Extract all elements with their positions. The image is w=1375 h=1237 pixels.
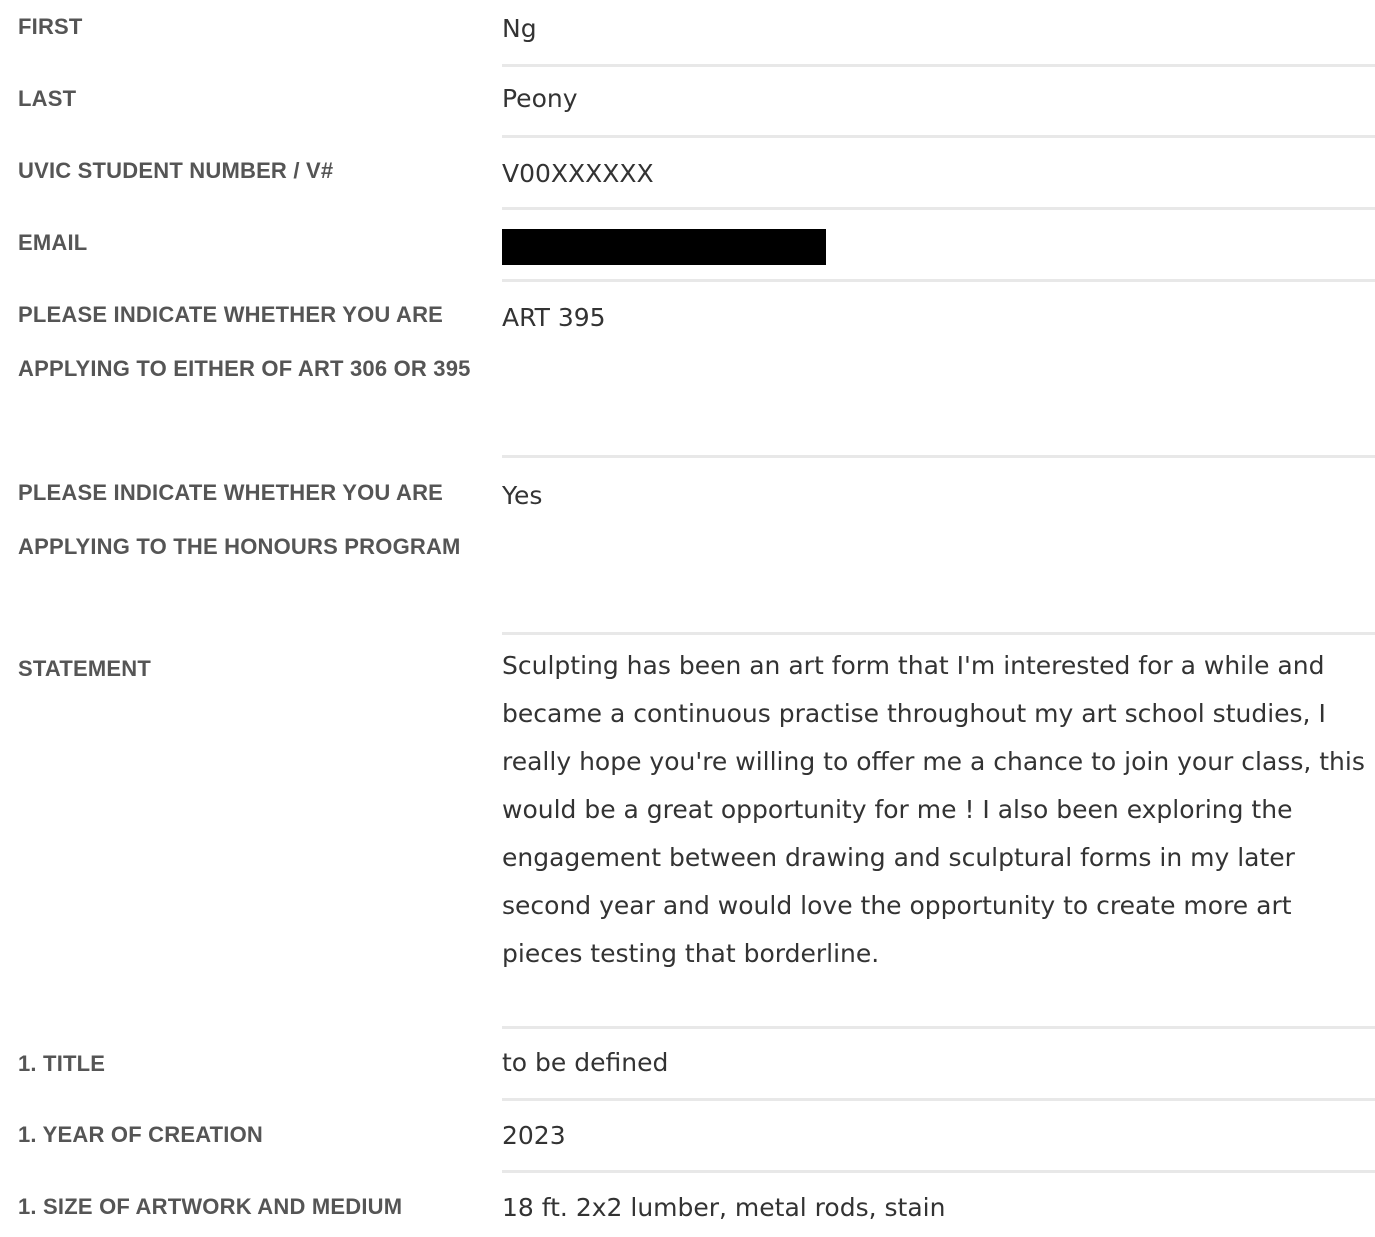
field-label-size-medium: 1. SIZE OF ARTWORK AND MEDIUM <box>18 1194 403 1219</box>
field-row-honours: PLEASE INDICATE WHETHER YOU ARE APPLYING… <box>0 466 1375 574</box>
divider <box>502 207 1375 210</box>
divider <box>502 632 1375 635</box>
field-value-statement: Sculpting has been an art form that I'm … <box>502 651 1365 968</box>
field-row-year: 1. YEAR OF CREATION 2023 <box>0 1111 1375 1161</box>
field-row-course: PLEASE INDICATE WHETHER YOU ARE APPLYING… <box>0 288 1375 396</box>
field-value-title: to be defined <box>502 1048 669 1077</box>
field-label-student-number: UVIC STUDENT NUMBER / V# <box>18 158 334 183</box>
field-label-email: EMAIL <box>18 230 88 255</box>
field-row-title: 1. TITLE to be defined <box>0 1039 1375 1089</box>
field-row-email: EMAIL <box>0 220 1375 266</box>
field-value-course: ART 395 <box>502 303 606 332</box>
field-row-last: LAST Peony <box>0 76 1375 122</box>
divider <box>502 1170 1375 1173</box>
field-value-last: Peony <box>502 84 578 113</box>
field-value-email <box>490 220 1375 266</box>
field-value-student-number: V00XXXXXX <box>502 159 654 188</box>
field-label-honours: PLEASE INDICATE WHETHER YOU ARE APPLYING… <box>18 480 461 559</box>
divider <box>502 1098 1375 1101</box>
divider <box>502 279 1375 282</box>
field-row-first: FIRST Ng <box>0 4 1375 54</box>
field-row-size-medium: 1. SIZE OF ARTWORK AND MEDIUM 18 ft. 2x2… <box>0 1183 1375 1233</box>
field-row-statement: STATEMENT Sculpting has been an art form… <box>0 642 1375 978</box>
field-value-honours: Yes <box>502 481 543 510</box>
field-label-course: PLEASE INDICATE WHETHER YOU ARE APPLYING… <box>18 302 471 381</box>
field-value-year: 2023 <box>502 1121 566 1150</box>
divider <box>502 455 1375 458</box>
divider <box>502 1026 1375 1029</box>
redaction-block <box>502 229 826 265</box>
divider <box>502 64 1375 67</box>
divider <box>502 135 1375 138</box>
field-row-student-number: UVIC STUDENT NUMBER / V# V00XXXXXX <box>0 148 1375 200</box>
field-label-statement: STATEMENT <box>18 656 151 681</box>
field-label-last: LAST <box>18 86 77 111</box>
field-label-first: FIRST <box>18 14 83 39</box>
field-label-year: 1. YEAR OF CREATION <box>18 1122 264 1147</box>
field-value-first: Ng <box>502 14 537 43</box>
field-label-title: 1. TITLE <box>18 1051 106 1076</box>
field-value-size-medium: 18 ft. 2x2 lumber, metal rods, stain <box>502 1193 946 1222</box>
